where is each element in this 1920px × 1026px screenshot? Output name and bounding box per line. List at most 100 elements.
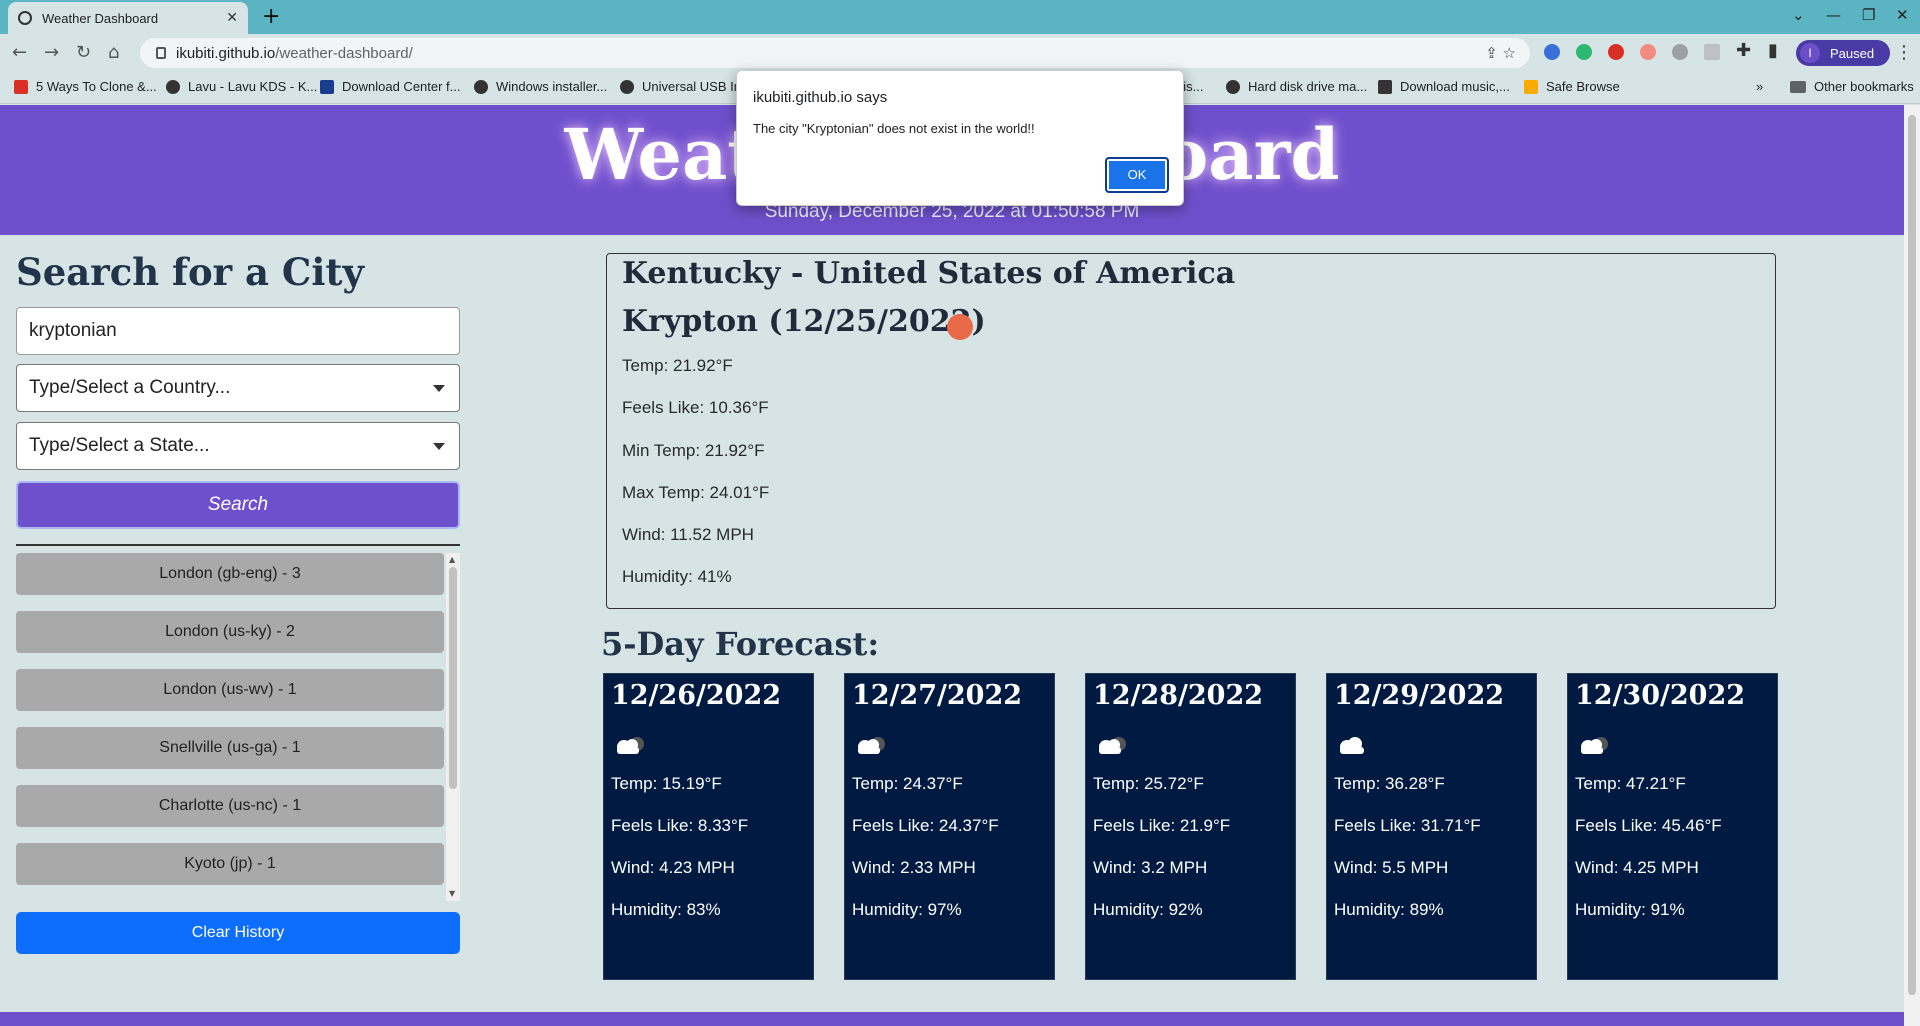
forecast-humidity: Humidity: 92% (1093, 900, 1203, 919)
forecast-date: 12/27/2022 (852, 680, 1023, 711)
clear-history-button[interactable]: Clear History (16, 912, 460, 954)
bookmark-item[interactable]: Windows installer... (474, 79, 607, 94)
bookmarks-overflow-icon[interactable]: » (1756, 79, 1763, 94)
location-heading: Kentucky - United States of America (622, 256, 1236, 291)
browser-tab[interactable]: Weather Dashboard ✕ (8, 2, 248, 34)
forecast-temp: Temp: 25.72°F (1093, 774, 1204, 793)
forecast-humidity: Humidity: 91% (1575, 900, 1685, 919)
cloud-icon (1581, 737, 1608, 754)
forecast-temp: Temp: 15.19°F (611, 774, 722, 793)
dialog-origin: ikubiti.github.io says (753, 89, 888, 106)
reload-icon[interactable]: ↻ (76, 42, 91, 63)
city-search-input[interactable] (16, 307, 460, 355)
bookmark-item[interactable]: Safe Browse (1524, 79, 1620, 94)
forecast-feels-like: Feels Like: 8.33°F (611, 816, 749, 835)
current-min-temp: Min Temp: 21.92°F (622, 441, 765, 460)
scrollbar-thumb[interactable] (449, 567, 457, 789)
current-max-temp: Max Temp: 24.01°F (622, 483, 770, 502)
forecast-wind: Wind: 4.23 MPH (611, 858, 735, 877)
cloud-icon (1340, 737, 1364, 754)
forecast-feels-like: Feels Like: 24.37°F (852, 816, 999, 835)
extension-icon[interactable] (1672, 44, 1688, 60)
puzzle-icon[interactable]: ✚ (1736, 40, 1751, 61)
other-bookmarks[interactable]: Other bookmarks (1790, 79, 1914, 94)
bookmark-item[interactable]: 5 Ways To Clone &... (14, 79, 157, 94)
extension-icon[interactable] (1640, 44, 1656, 60)
lock-icon (156, 47, 166, 59)
current-humidity: Humidity: 41% (622, 567, 732, 586)
page-scrollbar[interactable] (1904, 105, 1920, 1026)
page-footer (0, 1012, 1904, 1026)
history-item[interactable]: London (us-ky) - 2 (16, 611, 444, 653)
country-select[interactable]: Type/Select a Country... (16, 364, 460, 412)
profile-status: Paused (1830, 45, 1875, 61)
current-wind: Wind: 11.52 MPH (622, 525, 754, 544)
close-window-icon[interactable]: ✕ (1896, 6, 1909, 24)
history-item[interactable]: Kyoto (jp) - 1 (16, 843, 444, 885)
divider (16, 544, 460, 546)
forecast-temp: Temp: 36.28°F (1334, 774, 1445, 793)
avatar: I (1800, 43, 1820, 63)
bookmark-item[interactable]: Hard disk drive ma... (1226, 79, 1367, 94)
extension-icon[interactable] (1608, 44, 1624, 60)
forecast-date: 12/29/2022 (1334, 680, 1505, 711)
restore-icon[interactable]: ❐ (1862, 6, 1875, 24)
bookmark-item[interactable]: Download music,... (1378, 79, 1510, 94)
address-bar[interactable]: ikubiti.github.io/weather-dashboard/ ⇪ ☆ (140, 38, 1530, 68)
back-icon[interactable]: ← (12, 42, 27, 63)
forward-icon[interactable]: → (44, 42, 59, 63)
history-item[interactable]: Charlotte (us-nc) - 1 (16, 785, 444, 827)
bookmark-item[interactable]: Download Center f... (320, 79, 461, 94)
history-scrollbar[interactable]: ▲ ▼ (446, 553, 460, 901)
forecast-wind: Wind: 4.25 MPH (1575, 858, 1699, 877)
forecast-humidity: Humidity: 83% (611, 900, 721, 919)
forecast-wind: Wind: 3.2 MPH (1093, 858, 1208, 877)
history-item[interactable]: London (gb-eng) - 3 (16, 553, 444, 595)
state-select[interactable]: Type/Select a State... (16, 422, 460, 470)
close-tab-icon[interactable]: ✕ (226, 10, 238, 26)
scrollbar-thumb[interactable] (1908, 115, 1916, 995)
bookmark-item[interactable]: Universal USB In (620, 79, 741, 94)
extension-icon[interactable] (1544, 44, 1560, 60)
new-tab-icon[interactable]: + (262, 4, 280, 29)
forecast-feels-like: Feels Like: 21.9°F (1093, 816, 1231, 835)
history-item[interactable]: Snellville (us-ga) - 1 (16, 727, 444, 769)
browser-tab-bar: Weather Dashboard ✕ + ⌄ — ❐ ✕ (0, 0, 1920, 34)
forecast-card: 12/27/2022 Temp: 24.37°F Feels Like: 24.… (844, 673, 1055, 980)
country-select-placeholder: Type/Select a Country... (29, 377, 231, 398)
cloud-icon (858, 737, 885, 754)
weather-icon (947, 314, 973, 340)
more-menu-icon[interactable]: ⋮ (1895, 42, 1913, 63)
forecast-feels-like: Feels Like: 45.46°F (1575, 816, 1722, 835)
current-weather-card: Kentucky - United States of America Kryp… (606, 253, 1776, 609)
browser-toolbar: ← → ↻ ⌂ ikubiti.github.io/weather-dashbo… (0, 34, 1920, 72)
share-and-star-icons[interactable]: ⇪ ☆ (1485, 44, 1516, 62)
profile-button[interactable]: I Paused (1796, 40, 1890, 66)
home-icon[interactable]: ⌂ (108, 42, 119, 63)
tab-title: Weather Dashboard (42, 10, 159, 26)
scroll-up-icon[interactable]: ▲ (449, 555, 455, 564)
forecast-card: 12/29/2022 Temp: 36.28°F Feels Like: 31.… (1326, 673, 1537, 980)
forecast-date: 12/26/2022 (611, 680, 782, 711)
minimize-icon[interactable]: — (1826, 6, 1841, 24)
forecast-feels-like: Feels Like: 31.71°F (1334, 816, 1481, 835)
page-content: Weather Dashboard Sunday, December 25, 2… (0, 105, 1904, 1026)
forecast-humidity: Humidity: 97% (852, 900, 962, 919)
extension-icon[interactable] (1704, 44, 1720, 60)
ok-button[interactable]: OK (1105, 157, 1169, 193)
forecast-temp: Temp: 24.37°F (852, 774, 963, 793)
bookmark-item[interactable]: Lavu - Lavu KDS - K... (166, 79, 317, 94)
side-panel-icon[interactable]: ▮ (1768, 40, 1778, 61)
cloud-icon (1099, 737, 1126, 754)
forecast-heading: 5-Day Forecast: (601, 625, 880, 663)
grammarly-icon[interactable] (1576, 44, 1592, 60)
search-button[interactable]: Search (16, 481, 460, 529)
scroll-down-icon[interactable]: ▼ (449, 889, 455, 898)
chevron-down-icon[interactable]: ⌄ (1792, 6, 1805, 24)
caret-down-icon (433, 443, 445, 450)
current-feels-like: Feels Like: 10.36°F (622, 398, 769, 417)
history-item[interactable]: London (us-wv) - 1 (16, 669, 444, 711)
dialog-message: The city "Kryptonian" does not exist in … (753, 121, 1035, 136)
city-date-heading: Krypton (12/25/2022) (622, 304, 986, 339)
forecast-temp: Temp: 47.21°F (1575, 774, 1686, 793)
